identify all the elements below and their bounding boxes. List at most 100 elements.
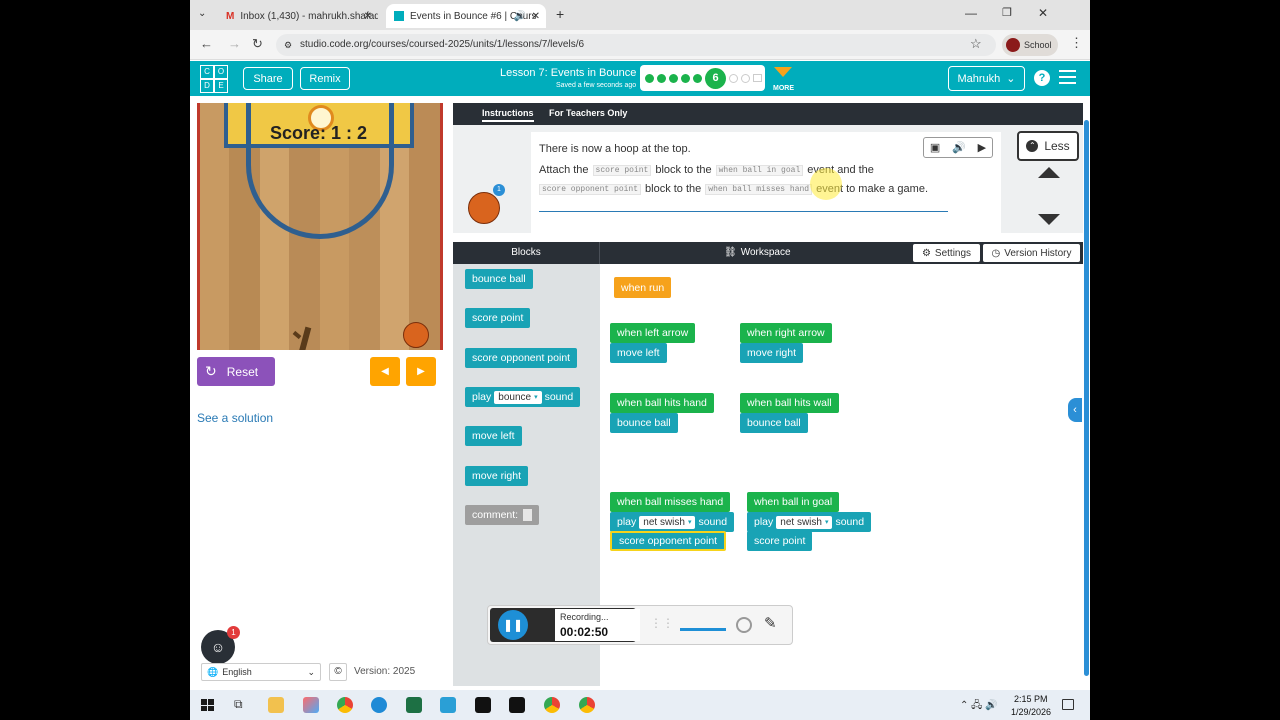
close-icon[interactable]: ✕ (532, 11, 540, 22)
language-select[interactable]: 🌐 English ⌄ (201, 663, 321, 681)
chrome-profile-icon[interactable] (579, 697, 595, 713)
more-label[interactable]: MORE (773, 85, 794, 92)
current-level-bubble[interactable]: 6 (705, 67, 726, 89)
play-sound-block[interactable]: play net swish ▾ sound (610, 512, 735, 532)
when-right-arrow-block[interactable]: when right arrow (740, 323, 832, 343)
file-explorer-icon[interactable] (268, 697, 284, 713)
user-menu-button[interactable]: Mahrukh ⌄ (948, 66, 1025, 91)
level-bubble[interactable] (741, 73, 750, 83)
toolbox-block-comment[interactable]: comment: (465, 505, 540, 525)
move-left-block[interactable]: move left (610, 343, 667, 363)
comment-field[interactable] (523, 509, 533, 521)
app-icon[interactable] (440, 697, 456, 713)
toolbox-block-bounce-ball[interactable]: bounce ball (465, 269, 533, 289)
bookmark-star-icon[interactable]: ☆ (970, 36, 982, 52)
level-bubble[interactable] (693, 73, 702, 83)
chrome-profile-icon[interactable] (544, 697, 560, 713)
windows-start-icon[interactable] (201, 699, 214, 711)
toolbox-block-score-opponent-point[interactable]: score opponent point (465, 348, 578, 368)
version-history-button[interactable]: ◷ Version History (983, 244, 1080, 262)
tab-code-org[interactable]: Events in Bounce #6 | Cours 🔊 ✕ (386, 4, 546, 28)
step-forward-button[interactable]: ▶ (406, 357, 436, 386)
play-sound-block[interactable]: play net swish ▾ sound (747, 512, 872, 532)
lesson-title[interactable]: Lesson 7: Events in Bounce (500, 67, 636, 79)
webcam-icon[interactable] (736, 617, 752, 633)
score-opponent-point-block[interactable]: score opponent point (610, 531, 727, 551)
capcut-icon[interactable] (475, 697, 491, 713)
see-solution-link[interactable]: See a solution (197, 411, 273, 425)
browser-menu-icon[interactable]: ⋮ (1070, 35, 1083, 51)
score-point-block[interactable]: score point (747, 531, 813, 551)
play-icon[interactable]: ▶ (978, 141, 986, 154)
window-close-icon[interactable]: ✕ (1038, 6, 1048, 20)
more-chevron-icon[interactable] (774, 67, 792, 77)
sound-dropdown[interactable]: net swish ▾ (776, 515, 833, 529)
help-icon[interactable]: ? (1034, 70, 1050, 86)
scroll-down-arrow-icon[interactable] (1038, 214, 1060, 225)
toolbox-block-move-right[interactable]: move right (465, 466, 529, 486)
when-run-block[interactable]: when run (614, 277, 672, 298)
scrollbar[interactable] (1084, 120, 1089, 676)
close-icon[interactable]: ✕ (364, 11, 372, 22)
capcut-icon[interactable] (509, 697, 525, 713)
loading-icon[interactable]: ↻ (252, 36, 263, 52)
immersive-reader-icon[interactable]: ▣ (930, 141, 940, 154)
tab-gmail[interactable]: M Inbox (1,430) - mahrukh.shafaq ✕ (218, 4, 378, 28)
pencil-icon[interactable]: ✎ (764, 614, 777, 632)
reset-button[interactable]: ↻ Reset (197, 357, 275, 386)
settings-button[interactable]: ⚙ Settings (913, 244, 980, 262)
when-ball-hits-wall-block[interactable]: when ball hits wall (740, 393, 839, 413)
toolbox-block-move-left[interactable]: move left (465, 426, 522, 446)
level-bubble[interactable] (669, 73, 678, 83)
restore-icon[interactable]: ❐ (1002, 6, 1012, 19)
speaker-icon[interactable]: 🔊 (952, 141, 966, 154)
level-bubble[interactable] (645, 73, 654, 83)
recorder-grip-icon[interactable]: ⋮⋮ (650, 616, 674, 630)
profile-chip[interactable]: School (1002, 34, 1058, 56)
forward-icon[interactable]: → (228, 36, 241, 51)
copilot-icon[interactable] (303, 697, 319, 713)
volume-slider[interactable] (680, 628, 726, 631)
remix-button[interactable]: Remix (300, 67, 350, 90)
copyright-icon[interactable]: © (329, 663, 347, 681)
when-ball-misses-hand-block[interactable]: when ball misses hand (610, 492, 731, 512)
taskbar-time[interactable]: 2:15 PM (1014, 694, 1048, 704)
edge-icon[interactable] (371, 697, 387, 713)
minimize-icon[interactable]: — (965, 6, 977, 20)
code-org-logo[interactable]: C O D E (200, 65, 228, 93)
hamburger-menu-icon[interactable] (1059, 70, 1076, 84)
site-info-icon[interactable]: ⚙ (284, 34, 292, 56)
toolbox-block-score-point[interactable]: score point (465, 308, 531, 328)
taskbar-date[interactable]: 1/29/2026 (1011, 707, 1051, 717)
chrome-icon[interactable] (337, 697, 353, 713)
notification-icon[interactable] (1062, 699, 1074, 710)
back-icon[interactable]: ← (200, 36, 213, 51)
collapse-panel-icon[interactable]: ‹ (1068, 398, 1082, 422)
game-canvas[interactable]: Score: 1 : 2 (197, 103, 443, 350)
tab-teachers-only[interactable]: For Teachers Only (549, 108, 627, 118)
when-ball-hits-hand-block[interactable]: when ball hits hand (610, 393, 714, 413)
new-tab-icon[interactable]: + (556, 6, 564, 22)
bounce-ball-block[interactable]: bounce ball (740, 413, 808, 433)
tab-instructions[interactable]: Instructions (482, 108, 534, 122)
pause-button[interactable]: ❚❚ (498, 610, 528, 640)
level-bubble[interactable] (657, 73, 666, 83)
bounce-ball-block[interactable]: bounce ball (610, 413, 678, 433)
scroll-up-arrow-icon[interactable] (1038, 167, 1060, 178)
sound-dropdown[interactable]: bounce ▾ (494, 390, 542, 404)
move-right-block[interactable]: move right (740, 343, 804, 363)
level-bubble[interactable] (753, 74, 762, 82)
when-left-arrow-block[interactable]: when left arrow (610, 323, 696, 343)
toolbox-block-play-sound[interactable]: play bounce ▾ sound (465, 387, 581, 407)
tray-icons[interactable]: ⌃ 🖧 🔊 (960, 698, 998, 715)
task-view-icon[interactable]: ⧉ (234, 697, 243, 712)
step-back-button[interactable]: ◀ (370, 357, 400, 386)
url-field[interactable]: ⚙ studio.code.org/courses/coursed-2025/u… (276, 34, 996, 56)
level-bubble[interactable] (681, 73, 690, 83)
level-bubble[interactable] (729, 73, 738, 83)
when-ball-in-goal-block[interactable]: when ball in goal (747, 492, 840, 512)
share-button[interactable]: Share (243, 67, 293, 90)
excel-icon[interactable] (406, 697, 422, 713)
less-button[interactable]: ⌃ Less (1017, 131, 1079, 161)
sound-dropdown[interactable]: net swish ▾ (639, 515, 696, 529)
